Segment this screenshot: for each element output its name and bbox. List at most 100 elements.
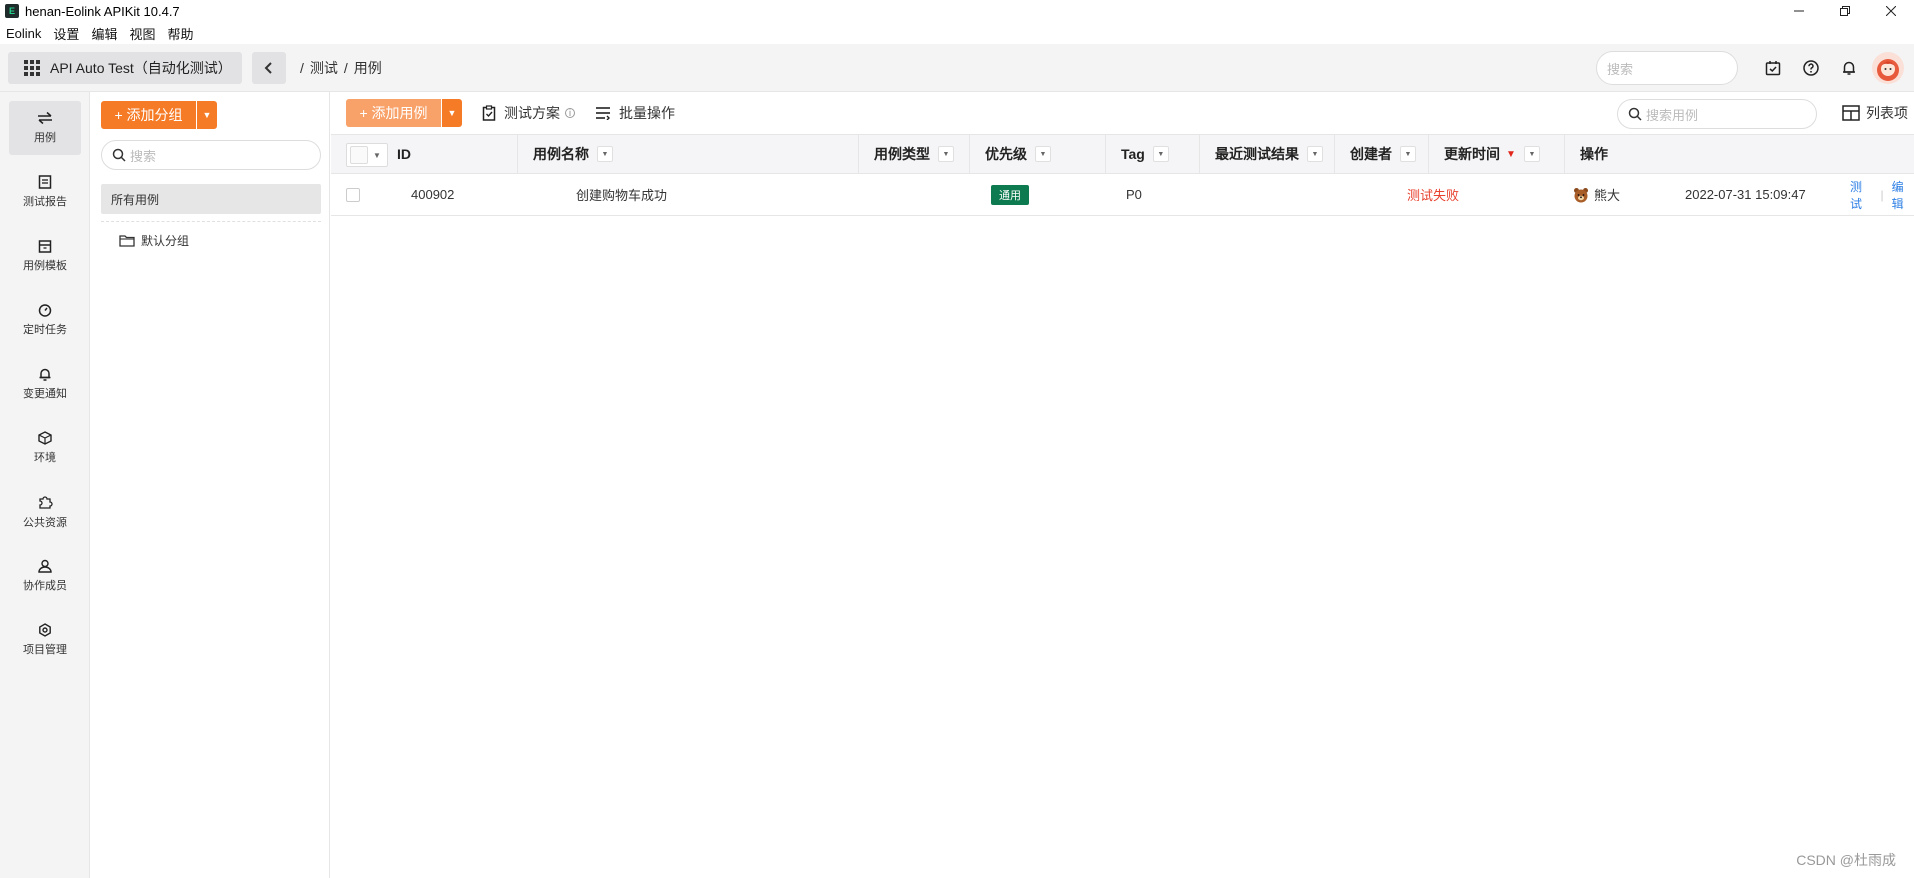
default-group-item[interactable]: 默认分组 [119, 232, 189, 249]
nav-item-members[interactable]: 协作成员 [9, 549, 81, 603]
menu-eolink[interactable]: Eolink [6, 26, 41, 41]
cell-name[interactable]: 创建购物车成功 [576, 174, 667, 215]
column-settings-label: 列表项 [1866, 105, 1908, 121]
header-tag-label: Tag [1121, 146, 1145, 162]
nav-item-report[interactable]: 测试报告 [9, 165, 81, 219]
bear-avatar-icon [1574, 187, 1588, 202]
nav-label: 环境 [34, 452, 56, 464]
cell-result: 测试失败 [1407, 188, 1460, 203]
cell-id: 400902 [411, 187, 455, 202]
project-switcher[interactable]: API Auto Test（自动化测试） [8, 51, 242, 84]
nav-item-timer[interactable]: 定时任务 [9, 293, 81, 347]
table-header: ▼ ID 用例名称 ▼ 用例类型 ▼ 优先级 ▼ Tag ▼ 最近测试结果 ▼ 创建者 ▼ … [331, 134, 1914, 174]
nav-label: 项目管理 [23, 644, 67, 656]
divider [101, 221, 321, 222]
row-checkbox[interactable] [346, 187, 360, 202]
nav-label: 定时任务 [23, 324, 67, 336]
header-id-label: ID [397, 146, 411, 162]
breadcrumb-test[interactable]: 测试 [310, 58, 338, 78]
nav-item-notify[interactable]: 变更通知 [9, 357, 81, 411]
table-row[interactable]: 400902 创建购物车成功 通用 P0 测试失败 熊大 2022-07-31 … [331, 174, 1914, 216]
type-badge: 通用 [991, 184, 1029, 205]
filter-dropdown-icon[interactable]: ▼ [1307, 146, 1323, 162]
filter-dropdown-icon[interactable]: ▼ [1400, 146, 1416, 162]
header-result: 最近测试结果 ▼ [1200, 135, 1335, 173]
row-checkbox-cell [346, 174, 360, 215]
batch-operation-button[interactable]: 批量操作 [595, 103, 675, 123]
filter-dropdown-icon[interactable]: ▼ [1523, 146, 1540, 162]
help-icon[interactable] [1792, 51, 1830, 85]
nav-item-template[interactable]: 用例模板 [9, 229, 81, 283]
nav-item-project[interactable]: 项目管理 [9, 613, 81, 667]
select-all-cell: ▼ [331, 135, 388, 173]
nav-item-env[interactable]: 环境 [9, 421, 81, 475]
search-icon [112, 148, 126, 162]
restore-button[interactable] [1822, 0, 1868, 22]
menu-settings[interactable]: 设置 [53, 24, 79, 43]
template-icon [38, 240, 52, 253]
breadcrumb-sep: / [343, 59, 348, 76]
app-logo-icon: E [5, 4, 19, 18]
menu-help[interactable]: 帮助 [167, 24, 193, 43]
main-content: + 添加用例 ▼ 测试方案 i 批量操作 搜索用例 列表项 ▼ ID 用例名称 ▼… [331, 92, 1914, 878]
filter-dropdown-icon[interactable]: ▼ [1152, 146, 1169, 162]
notification-bell-icon[interactable] [1830, 51, 1868, 85]
folder-icon [119, 235, 135, 247]
nav-item-resources[interactable]: 公共资源 [9, 485, 81, 539]
global-search-input[interactable]: 搜索 [1596, 51, 1738, 85]
header-result-label: 最近测试结果 [1215, 146, 1299, 162]
table-columns-icon [1842, 105, 1860, 121]
menu-view[interactable]: 视图 [129, 24, 155, 43]
filter-dropdown-icon[interactable]: ▼ [938, 146, 954, 162]
search-icon [1628, 107, 1642, 121]
add-group-button[interactable]: + 添加分组 ▼ [101, 101, 217, 129]
top-bar: API Auto Test（自动化测试） / 测试 / 用例 搜索 [0, 44, 1914, 92]
cell-priority: P0 [1126, 187, 1142, 202]
minimize-button[interactable] [1776, 0, 1822, 22]
add-case-label[interactable]: + 添加用例 [346, 99, 441, 127]
header-creator-label: 创建者 [1350, 146, 1392, 162]
calendar-check-icon[interactable] [1754, 51, 1792, 85]
default-group-label: 默认分组 [141, 234, 190, 248]
header-name: 用例名称 ▼ [518, 135, 859, 173]
edit-link[interactable]: 编辑 [1892, 178, 1914, 212]
filter-dropdown-icon[interactable]: ▼ [1035, 146, 1051, 162]
header-ops: 操作 [1565, 135, 1645, 173]
header-priority: 优先级 ▼ [970, 135, 1106, 173]
all-cases-item[interactable]: 所有用例 [101, 184, 321, 214]
header-creator: 创建者 ▼ [1335, 135, 1429, 173]
menu-bar: Eolink 设置 编辑 视图 帮助 [0, 22, 205, 44]
group-search-input[interactable]: 搜索 [101, 140, 321, 170]
filter-dropdown-icon[interactable]: ▼ [597, 146, 613, 162]
chevron-down-icon: ▼ [373, 150, 381, 160]
test-plan-label: 测试方案 [504, 105, 560, 121]
test-plan-button[interactable]: 测试方案 i [482, 103, 575, 123]
member-icon [38, 559, 52, 573]
nav-item-cases[interactable]: 用例 [9, 101, 81, 155]
case-search-input[interactable]: 搜索用例 [1617, 99, 1817, 129]
cell-creator: 熊大 [1573, 174, 1620, 215]
breadcrumb-sep: / [300, 59, 304, 76]
column-settings-button[interactable]: 列表项 [1842, 103, 1908, 123]
group-panel: + 添加分组 ▼ 搜索 所有用例 默认分组 [91, 92, 330, 878]
breadcrumb: / 测试 / 用例 [300, 58, 388, 78]
cube-icon [38, 431, 52, 445]
sort-desc-icon[interactable]: ▼ [1506, 149, 1516, 160]
back-button[interactable] [252, 51, 286, 84]
caret-down-icon[interactable]: ▼ [442, 99, 462, 127]
close-button[interactable] [1868, 0, 1914, 22]
window-controls [1776, 0, 1914, 22]
nav-label: 测试报告 [23, 196, 67, 208]
window-title: henan-Eolink APIKit 10.4.7 [25, 3, 180, 19]
add-case-button[interactable]: + 添加用例 ▼ [346, 99, 462, 127]
user-avatar[interactable] [1872, 52, 1904, 84]
test-link[interactable]: 测试 [1850, 178, 1872, 212]
add-group-label[interactable]: + 添加分组 [101, 101, 196, 129]
cell-type: 通用 [991, 174, 1029, 215]
menu-edit[interactable]: 编辑 [91, 24, 117, 43]
cell-updated: 2022-07-31 15:09:47 [1685, 187, 1806, 202]
caret-down-icon[interactable]: ▼ [197, 101, 217, 129]
watermark: CSDN @杜雨成 [1796, 852, 1896, 868]
creator-name: 熊大 [1594, 188, 1621, 203]
nav-label: 用例模板 [23, 260, 67, 272]
